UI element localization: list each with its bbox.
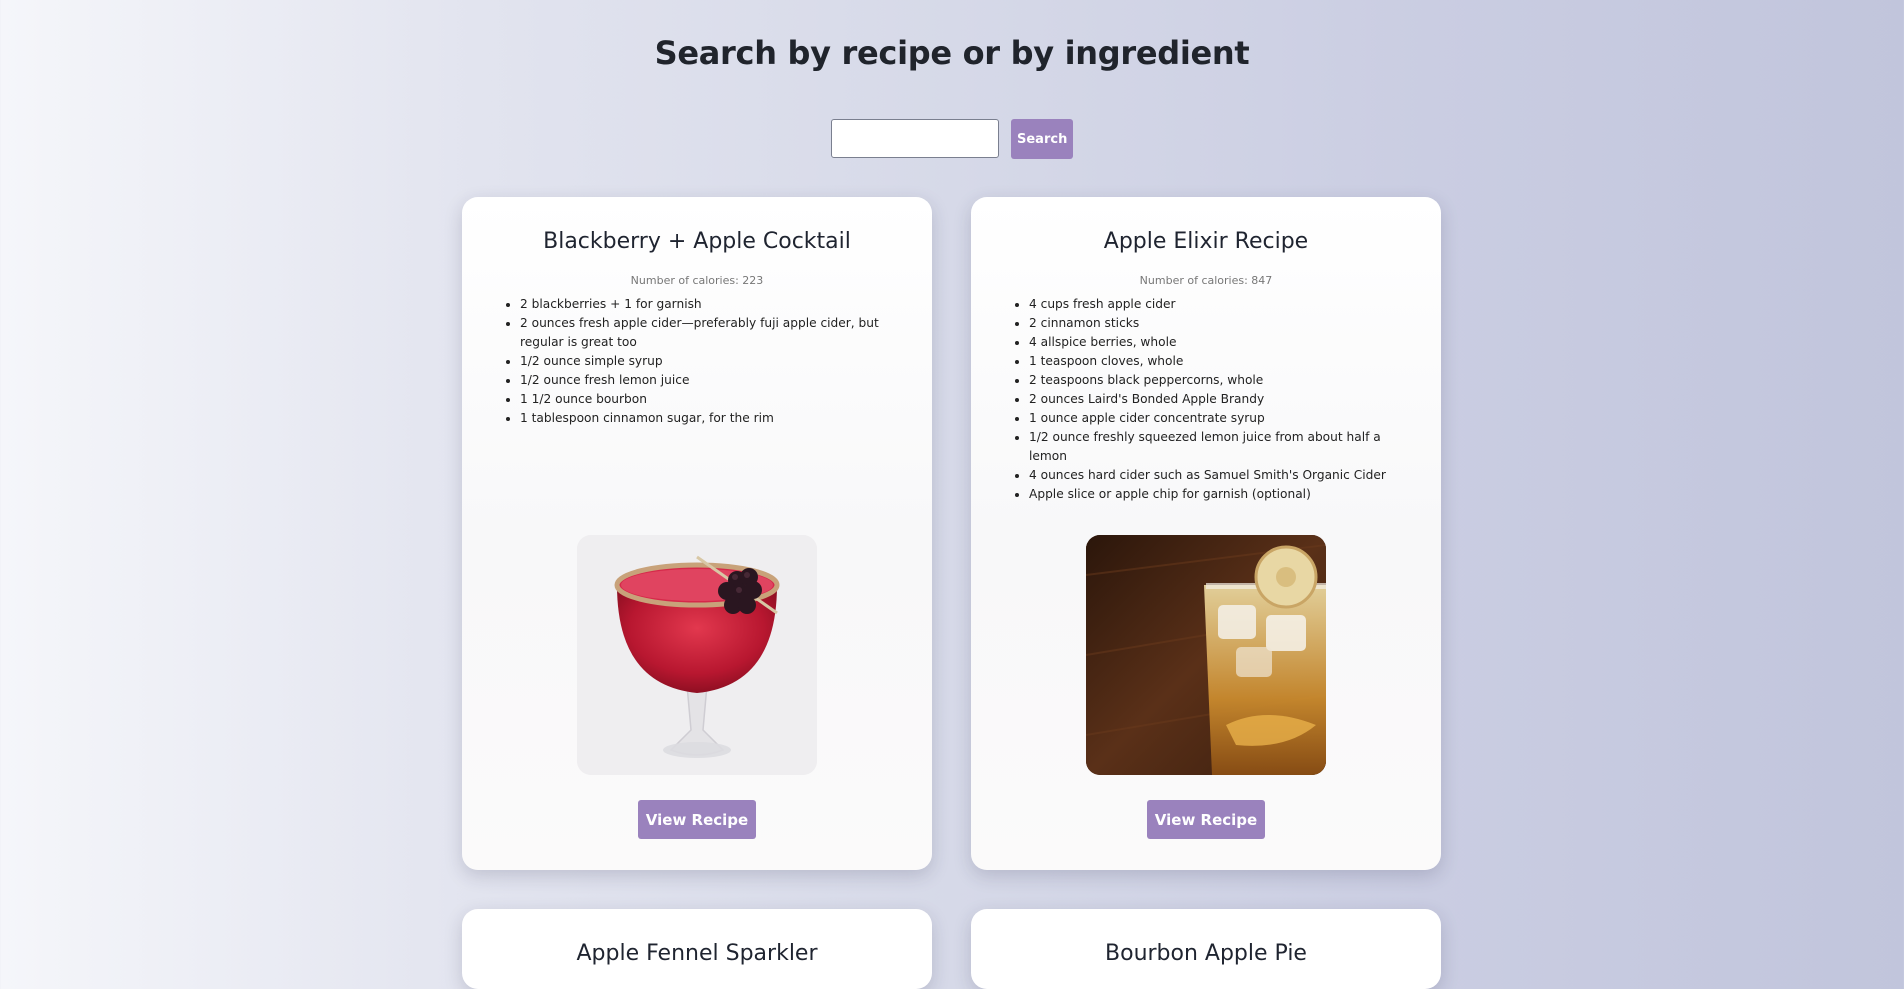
ingredient-item: 1 tablespoon cinnamon sugar, for the rim (520, 409, 900, 428)
recipe-image (1086, 535, 1326, 775)
apple-elixir-image (1086, 535, 1326, 775)
ingredient-item: 4 cups fresh apple cider (1029, 295, 1409, 314)
ingredient-item: 1 1/2 ounce bourbon (520, 390, 900, 409)
recipe-card: Apple Fennel Sparkler (462, 909, 932, 989)
ingredient-item: 4 ounces hard cider such as Samuel Smith… (1029, 466, 1409, 485)
recipe-calories: Number of calories: 223 (630, 274, 764, 287)
recipe-card: Apple Elixir Recipe Number of calories: … (971, 197, 1441, 870)
ingredient-item: 2 blackberries + 1 for garnish (520, 295, 900, 314)
recipe-title: Blackberry + Apple Cocktail (543, 229, 851, 254)
page-title: Search by recipe or by ingredient (654, 34, 1250, 72)
recipe-title: Apple Fennel Sparkler (576, 941, 818, 966)
ingredient-item: 1 ounce apple cider concentrate syrup (1029, 409, 1409, 428)
ingredient-item: 2 cinnamon sticks (1029, 314, 1409, 333)
ingredient-item: 2 teaspoons black peppercorns, whole (1029, 371, 1409, 390)
recipe-card: Blackberry + Apple Cocktail Number of ca… (462, 197, 932, 870)
ingredient-item: 1 teaspoon cloves, whole (1029, 352, 1409, 371)
recipe-calories: Number of calories: 847 (1139, 274, 1273, 287)
ingredient-item: 2 ounces Laird's Bonded Apple Brandy (1029, 390, 1409, 409)
ingredient-item: 4 allspice berries, whole (1029, 333, 1409, 352)
search-bar: Search (0, 119, 1904, 159)
recipe-title: Apple Elixir Recipe (1103, 229, 1309, 254)
view-recipe-button[interactable]: View Recipe (638, 800, 756, 839)
recipe-title: Bourbon Apple Pie (1105, 941, 1307, 966)
blackberry-cocktail-image (577, 535, 817, 775)
ingredient-item: 2 ounces fresh apple cider—preferably fu… (520, 314, 900, 352)
search-input[interactable] (831, 119, 999, 158)
ingredient-list: 2 blackberries + 1 for garnish 2 ounces … (502, 295, 900, 428)
ingredient-list: 4 cups fresh apple cider 2 cinnamon stic… (1011, 295, 1409, 504)
ingredient-item: Apple slice or apple chip for garnish (o… (1029, 485, 1409, 504)
ingredient-item: 1/2 ounce fresh lemon juice (520, 371, 900, 390)
recipe-card: Bourbon Apple Pie (971, 909, 1441, 989)
view-recipe-button[interactable]: View Recipe (1147, 800, 1265, 839)
ingredient-item: 1/2 ounce freshly squeezed lemon juice f… (1029, 428, 1409, 466)
recipe-image (577, 535, 817, 775)
search-button[interactable]: Search (1011, 119, 1073, 159)
ingredient-item: 1/2 ounce simple syrup (520, 352, 900, 371)
